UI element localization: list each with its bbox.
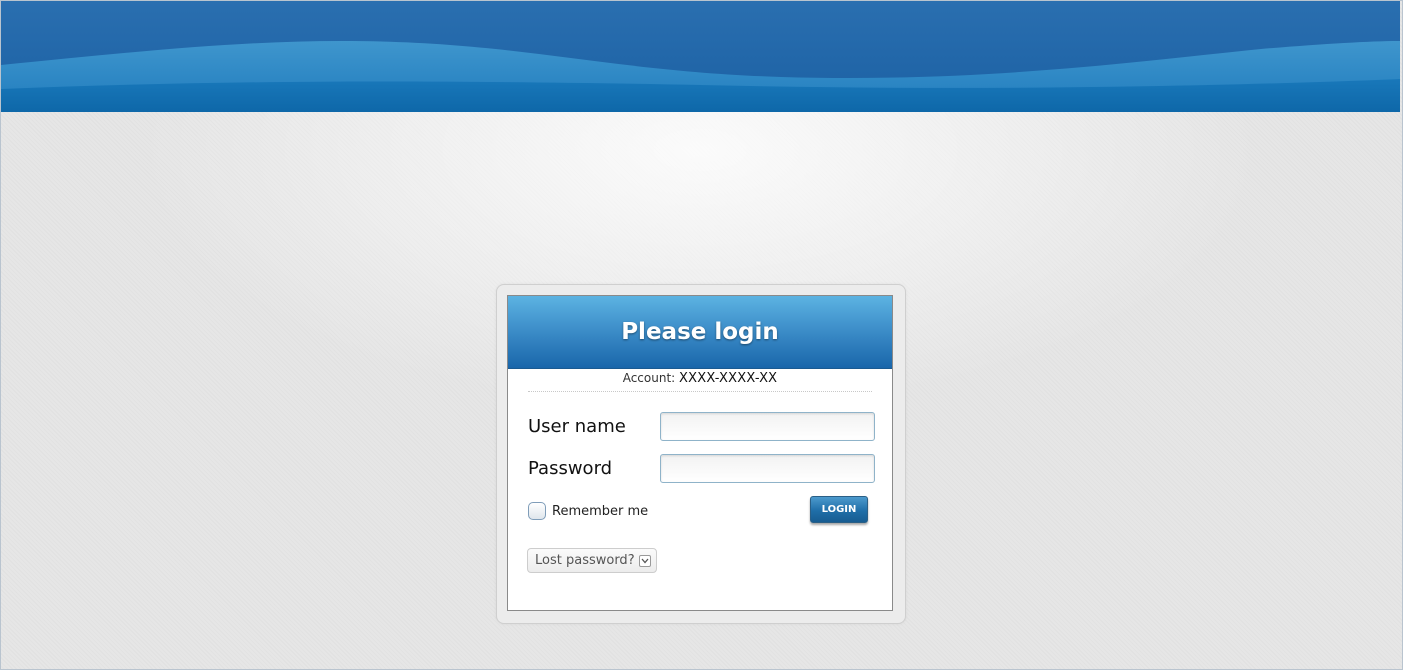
chevron-down-icon[interactable] <box>638 554 651 567</box>
login-button[interactable]: LOGIN <box>810 496 868 523</box>
login-box: Please login Account: XXXX-XXXX-XX User … <box>507 295 893 611</box>
username-input[interactable] <box>660 412 875 441</box>
account-value: XXXX-XXXX-XX <box>679 371 778 386</box>
login-title: Please login <box>621 319 779 345</box>
password-input[interactable] <box>660 454 875 483</box>
login-panel: Please login Account: XXXX-XXXX-XX User … <box>496 284 906 624</box>
remember-me-label[interactable]: Remember me <box>552 504 648 519</box>
header-banner <box>1 1 1400 112</box>
remember-me-checkbox[interactable] <box>528 502 546 520</box>
lost-password-toggle[interactable]: Lost password? <box>527 548 657 573</box>
account-label: Account: <box>622 371 676 385</box>
lost-password-label[interactable]: Lost password? <box>535 553 635 568</box>
login-header: Please login <box>508 296 892 369</box>
username-label: User name <box>528 416 626 437</box>
password-label: Password <box>528 458 613 479</box>
account-line: Account: XXXX-XXXX-XX <box>528 371 872 392</box>
remember-me[interactable]: Remember me <box>528 500 648 522</box>
wave-decoration <box>1 1 1400 112</box>
